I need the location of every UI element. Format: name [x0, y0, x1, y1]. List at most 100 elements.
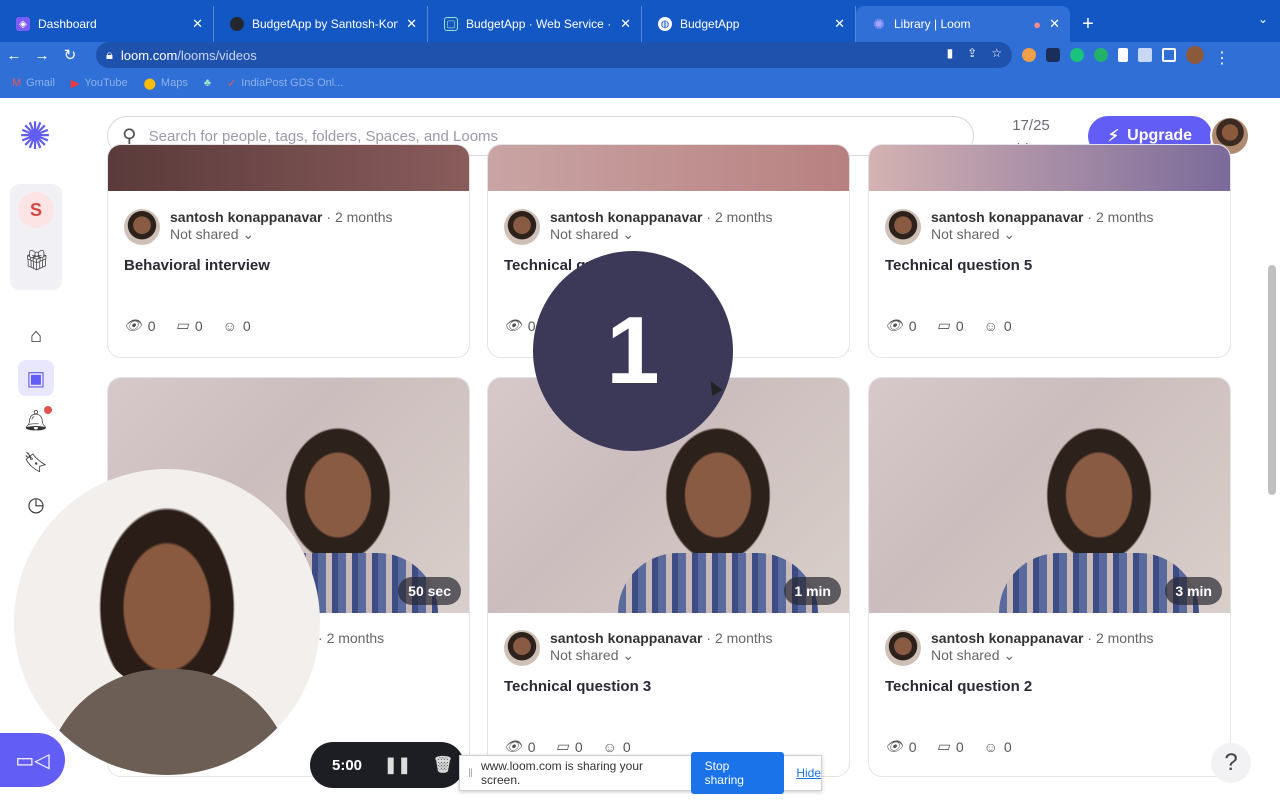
workspace-avatar[interactable]: S: [18, 192, 54, 228]
author-name: santosh konappanavar: [931, 209, 1084, 225]
camera-icon[interactable]: ▮: [947, 46, 954, 60]
forward-icon[interactable]: →: [28, 47, 56, 64]
globe-icon: ◍: [658, 17, 672, 31]
bookmark-label: Maps: [160, 77, 188, 89]
tab-github[interactable]: BudgetApp by Santosh-Konap ✕: [214, 6, 428, 42]
comment-icon: ▭: [936, 317, 950, 333]
bookmark-unnamed[interactable]: ♣: [204, 77, 211, 89]
video-thumbnail[interactable]: 3 min: [869, 378, 1230, 613]
comments-stat: ▭0: [556, 738, 583, 755]
stop-sharing-button[interactable]: Stop sharing: [690, 752, 785, 794]
extension-icon[interactable]: [1022, 48, 1036, 62]
bookmark-indiapost[interactable]: ✓ IndiaPost GDS Onl...: [227, 77, 343, 90]
pause-icon[interactable]: ❚❚: [384, 755, 411, 775]
menu-icon[interactable]: ⋮: [1214, 48, 1230, 67]
video-card[interactable]: santosh konappanavar · 2 months Not shar…: [868, 144, 1231, 358]
recording-controls: 5:00 ❚❚ 🗑︎: [310, 742, 464, 788]
time-ago: 2 months: [714, 630, 773, 646]
video-title[interactable]: Technical question 2: [885, 678, 1032, 695]
trash-icon[interactable]: 🗑︎: [433, 755, 453, 775]
video-card[interactable]: santosh konappanavar · 2 months Not shar…: [107, 144, 470, 358]
side-panel-icon[interactable]: [1162, 48, 1176, 62]
clock-icon[interactable]: ◷: [18, 486, 54, 522]
bookmark-label: IndiaPost GDS Onl...: [241, 77, 344, 89]
chevron-down-icon[interactable]: ⌄: [1258, 12, 1268, 26]
time-ago: 2 months: [1095, 630, 1154, 646]
tab-budgetapp[interactable]: ◍ BudgetApp ✕: [642, 6, 856, 42]
close-tab-icon[interactable]: ✕: [620, 16, 631, 32]
video-title[interactable]: Behavioral interview: [124, 257, 270, 274]
presenter-face: [278, 418, 398, 558]
share-status-dropdown[interactable]: Not shared ⌄: [931, 226, 1154, 243]
video-card[interactable]: 3 min santosh konappanavar · 2 months No…: [868, 377, 1231, 777]
star-icon[interactable]: ☆: [991, 46, 1002, 60]
address-bar: ← → ↻ 🔒︎ loom.com/looms/videos ▮ ⇪ ☆ ⋮: [0, 42, 1280, 68]
puzzle-icon[interactable]: [1138, 48, 1152, 62]
maps-icon: ⬤: [143, 77, 156, 90]
help-button[interactable]: ?: [1211, 743, 1251, 783]
library-icon[interactable]: ▣: [18, 360, 54, 396]
grammarly-icon[interactable]: [1094, 48, 1108, 62]
reload-icon[interactable]: ↻: [56, 46, 84, 64]
close-tab-icon[interactable]: ✕: [192, 16, 203, 32]
share-status-dropdown[interactable]: Not shared ⌄: [170, 226, 393, 243]
video-title[interactable]: Technical question 5: [885, 257, 1032, 274]
tab-dashboard[interactable]: ◈ Dashboard ✕: [0, 6, 214, 42]
bookmark-icon[interactable]: 🔖︎: [18, 444, 54, 480]
camera-bubble[interactable]: [14, 469, 320, 775]
author-avatar: [124, 209, 160, 245]
extension-icon[interactable]: [1046, 48, 1060, 62]
bookmark-youtube[interactable]: ▶ YouTube: [71, 77, 128, 90]
share-status-dropdown[interactable]: Not shared ⌄: [550, 226, 773, 243]
lightning-icon: ⚡︎: [1107, 128, 1120, 145]
time-ago: 2 months: [1095, 209, 1154, 225]
close-tab-icon[interactable]: ✕: [406, 16, 417, 32]
extension-icon[interactable]: [1070, 48, 1084, 62]
author-avatar: [504, 630, 540, 666]
home-icon[interactable]: ⌂: [18, 318, 54, 354]
share-status-dropdown[interactable]: Not shared ⌄: [931, 647, 1154, 664]
bookmark-gmail[interactable]: M Gmail: [12, 77, 55, 89]
hide-link[interactable]: Hide: [796, 766, 821, 780]
share-status: Not shared: [550, 647, 619, 663]
new-tab-button[interactable]: +: [1070, 6, 1106, 42]
url-field[interactable]: 🔒︎ loom.com/looms/videos ▮ ⇪ ☆: [96, 42, 1012, 68]
gift-icon[interactable]: 🎁︎: [24, 248, 49, 273]
question-icon: ?: [1224, 749, 1238, 776]
video-title[interactable]: Technical question 3: [504, 678, 651, 695]
workspace-switcher: S 🎁︎: [10, 184, 62, 290]
tab-title: BudgetApp by Santosh-Konap: [252, 17, 399, 31]
extension-icon[interactable]: [1118, 48, 1128, 62]
share-status-dropdown[interactable]: Not shared ⌄: [550, 647, 773, 664]
share-icon[interactable]: ⇪: [967, 46, 977, 60]
camera-toggle-button[interactable]: ▭◁: [0, 733, 65, 787]
video-camera-icon: ▭◁: [15, 749, 50, 772]
bell-icon[interactable]: 🔔︎: [18, 402, 54, 438]
bookmark-maps[interactable]: ⬤ Maps: [144, 77, 188, 90]
profile-avatar[interactable]: [1186, 46, 1204, 64]
emoji-icon: ☺: [983, 738, 998, 755]
drag-handle-icon[interactable]: ‖: [468, 766, 473, 780]
share-notice-text: www.loom.com is sharing your screen.: [480, 759, 644, 787]
video-thumbnail[interactable]: [108, 145, 469, 191]
reactions-stat: ☺0: [223, 317, 251, 334]
video-thumbnail[interactable]: [869, 145, 1230, 191]
comments-count: 0: [955, 317, 964, 334]
scrollbar[interactable]: [1268, 100, 1276, 800]
card-meta: santosh konappanavar · 2 months Not shar…: [885, 209, 1154, 245]
video-thumbnail[interactable]: [488, 145, 849, 191]
url-host: loom.com: [120, 47, 178, 63]
comment-icon: ▭: [175, 317, 189, 333]
tab-render[interactable]: ▢ BudgetApp · Web Service · ✕: [428, 6, 642, 42]
loom-logo-icon[interactable]: ✺: [16, 118, 54, 156]
presenter-body: [44, 669, 294, 775]
eye-icon: 👁︎: [124, 317, 142, 333]
eye-icon: 👁︎: [504, 317, 522, 333]
scrollbar-thumb[interactable]: [1268, 265, 1276, 495]
comment-icon: ▭: [936, 738, 950, 754]
back-icon[interactable]: ←: [0, 47, 28, 64]
close-tab-icon[interactable]: ✕: [1049, 16, 1060, 32]
tab-loom-library[interactable]: ✺ Library | Loom ● ✕: [856, 6, 1070, 42]
notification-dot: [44, 406, 52, 414]
close-tab-icon[interactable]: ✕: [834, 16, 845, 32]
